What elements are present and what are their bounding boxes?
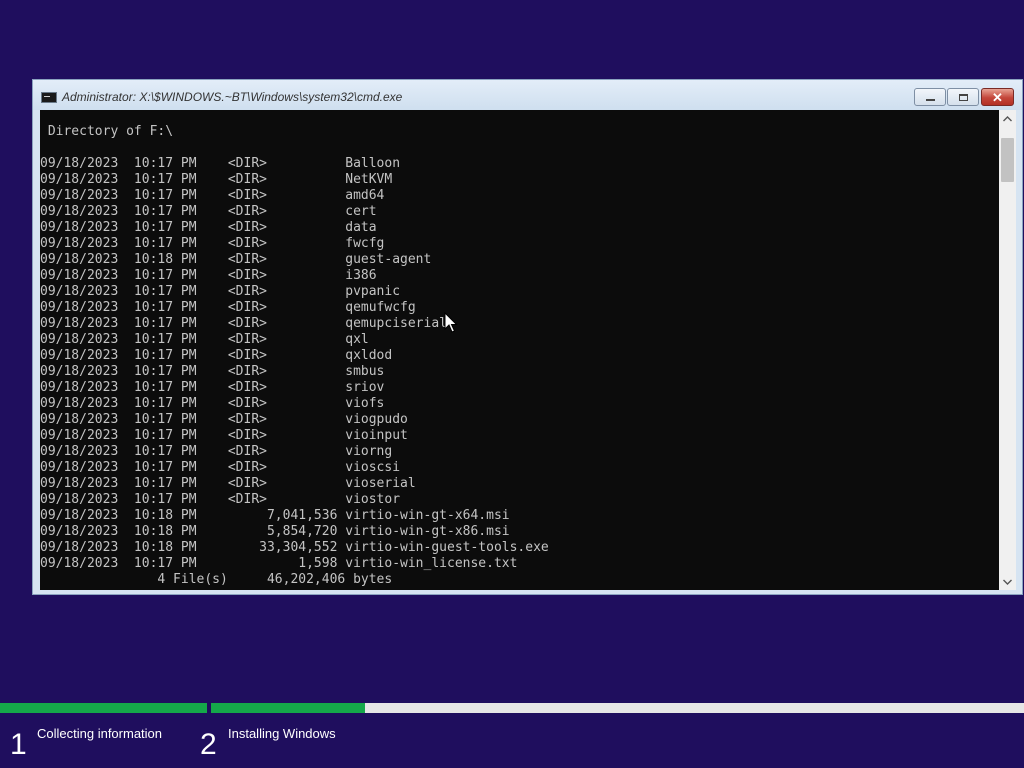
cmd-icon xyxy=(41,92,57,103)
title-bar[interactable]: Administrator: X:\$WINDOWS.~BT\Windows\s… xyxy=(33,80,1022,110)
step-number: 1 xyxy=(10,728,27,761)
console-line: 09/18/2023 10:18 PM 5,854,720 virtio-win… xyxy=(40,524,510,539)
console-line: 09/18/2023 10:17 PM <DIR> Balloon xyxy=(40,156,401,171)
maximize-icon xyxy=(958,93,968,101)
console-line: 09/18/2023 10:17 PM 1,598 virtio-win_lic… xyxy=(40,556,518,571)
console-line: 09/18/2023 10:17 PM <DIR> viostor xyxy=(40,492,401,507)
console-line: 09/18/2023 10:17 PM <DIR> data xyxy=(40,220,377,235)
mouse-cursor-icon xyxy=(444,312,458,333)
console-line: 09/18/2023 10:17 PM <DIR> qemupciserial xyxy=(40,316,447,331)
console-line: 09/18/2023 10:17 PM <DIR> qemufwcfg xyxy=(40,300,416,315)
directory-header: Directory of F:\ xyxy=(40,124,174,139)
close-button[interactable]: ✕ xyxy=(981,88,1014,106)
console-line: 09/18/2023 10:18 PM 7,041,536 virtio-win… xyxy=(40,508,510,523)
console-line: 09/18/2023 10:17 PM <DIR> vioinput xyxy=(40,428,408,443)
console-line: 09/18/2023 10:17 PM <DIR> sriov xyxy=(40,380,385,395)
progress-fill-1 xyxy=(0,703,207,713)
step-label: Collecting information xyxy=(37,726,163,741)
console-line: 4 File(s) 46,202,406 bytes xyxy=(40,572,393,587)
console-line: 09/18/2023 10:17 PM <DIR> qxl xyxy=(40,332,369,347)
console-line: 09/18/2023 10:18 PM 33,304,552 virtio-wi… xyxy=(40,540,549,555)
scroll-up-icon xyxy=(1003,115,1012,121)
scroll-up-button[interactable] xyxy=(999,110,1016,127)
console-output[interactable]: Directory of F:\ 09/18/2023 10:17 PM <DIR… xyxy=(40,110,999,590)
window-title: Administrator: X:\$WINDOWS.~BT\Windows\s… xyxy=(62,90,403,104)
console-lines: Directory of F:\ 09/18/2023 10:17 PM <DIR… xyxy=(40,124,549,588)
console-line: 09/18/2023 10:18 PM <DIR> guest-agent xyxy=(40,252,432,267)
close-icon: ✕ xyxy=(992,89,1003,105)
scroll-down-button[interactable] xyxy=(999,573,1016,590)
console-line: 09/18/2023 10:17 PM <DIR> vioserial xyxy=(40,476,416,491)
console-line: 09/18/2023 10:17 PM <DIR> fwcfg xyxy=(40,236,385,251)
console-line: 09/18/2023 10:17 PM <DIR> pvpanic xyxy=(40,284,401,299)
maximize-button[interactable] xyxy=(947,88,979,106)
console-line: 09/18/2023 10:17 PM <DIR> smbus xyxy=(40,364,385,379)
console-line: 09/18/2023 10:17 PM <DIR> vioscsi xyxy=(40,460,401,475)
vertical-scrollbar[interactable] xyxy=(999,110,1016,590)
minimize-icon xyxy=(925,98,935,101)
scrollbar-thumb[interactable] xyxy=(1001,138,1014,182)
setup-progress xyxy=(0,703,1024,713)
console-line: 09/18/2023 10:17 PM <DIR> i386 xyxy=(40,268,377,283)
console-line: 09/18/2023 10:17 PM <DIR> viofs xyxy=(40,396,385,411)
progress-step-1 xyxy=(0,703,207,713)
progress-step-2 xyxy=(211,703,1024,713)
console-line: 09/18/2023 10:17 PM <DIR> NetKVM xyxy=(40,172,393,187)
console-line: 09/18/2023 10:17 PM <DIR> viorng xyxy=(40,444,393,459)
console-line: 09/18/2023 10:17 PM <DIR> amd64 xyxy=(40,188,385,203)
step-number: 2 xyxy=(200,728,217,761)
console-line: 09/18/2023 10:17 PM <DIR> viogpudo xyxy=(40,412,408,427)
scroll-down-icon xyxy=(1003,579,1012,585)
progress-fill-2 xyxy=(211,703,366,713)
step-label: Installing Windows xyxy=(228,726,336,741)
minimize-button[interactable] xyxy=(914,88,946,106)
cmd-window[interactable]: Administrator: X:\$WINDOWS.~BT\Windows\s… xyxy=(32,79,1023,595)
console-line: 09/18/2023 10:17 PM <DIR> cert xyxy=(40,204,377,219)
console-line: 09/18/2023 10:17 PM <DIR> qxldod xyxy=(40,348,393,363)
